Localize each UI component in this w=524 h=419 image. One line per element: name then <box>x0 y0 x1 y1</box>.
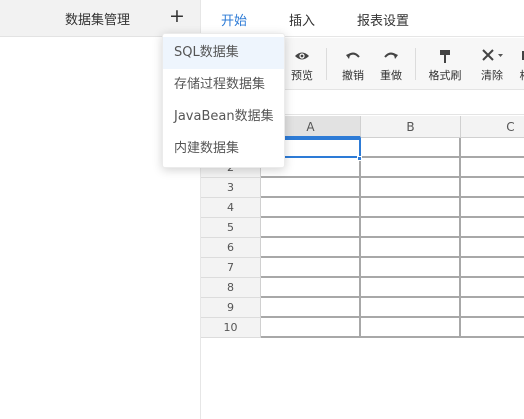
more-label: 相 <box>518 67 524 83</box>
grid-cell[interactable] <box>361 238 461 258</box>
row-header-8[interactable]: 8 <box>201 278 261 298</box>
grid-cell[interactable] <box>261 218 361 238</box>
grid-cell[interactable] <box>461 198 524 218</box>
add-dataset-dropdown: SQL数据集 存储过程数据集 JavaBean数据集 内建数据集 <box>162 33 285 168</box>
undo-label: 撤销 <box>342 69 364 82</box>
toolbar-divider <box>415 48 416 80</box>
row-header-4[interactable]: 4 <box>201 198 261 218</box>
grid-cell[interactable] <box>361 278 461 298</box>
undo-icon <box>346 52 360 59</box>
clear-icon <box>482 49 503 61</box>
row-header-10[interactable]: 10 <box>201 318 261 338</box>
menu-item-sql-dataset[interactable]: SQL数据集 <box>163 37 284 69</box>
format-painter-button[interactable]: 格式刷 <box>425 47 465 85</box>
column-header-c[interactable]: C <box>461 116 524 138</box>
menu-tabbar: 开始 插入 报表设置 <box>201 0 524 37</box>
clear-button[interactable]: 清除 <box>477 47 507 85</box>
grid-cell[interactable] <box>261 258 361 278</box>
preview-button[interactable]: 预览 <box>287 47 317 85</box>
grid-cell[interactable] <box>261 298 361 318</box>
clear-label: 清除 <box>481 69 503 82</box>
grid-cell[interactable] <box>361 218 461 238</box>
tab-report-settings[interactable]: 报表设置 <box>357 10 409 29</box>
row-header-5[interactable]: 5 <box>201 218 261 238</box>
grid-cell[interactable] <box>261 178 361 198</box>
row-header-7[interactable]: 7 <box>201 258 261 278</box>
grid-cell[interactable] <box>361 318 461 338</box>
grid-cell[interactable] <box>361 178 461 198</box>
grid-cell[interactable] <box>361 138 461 158</box>
toolbar-divider <box>326 48 327 80</box>
dataset-panel-title: 数据集管理 <box>65 13 131 28</box>
menu-item-javabean-dataset[interactable]: JavaBean数据集 <box>163 101 284 133</box>
grid-cell[interactable] <box>361 298 461 318</box>
row-header-6[interactable]: 6 <box>201 238 261 258</box>
format-painter-icon <box>440 50 450 63</box>
redo-icon <box>384 52 398 59</box>
fill-handle[interactable] <box>357 156 362 161</box>
undo-button[interactable]: 撤销 <box>338 47 368 85</box>
grid-cell[interactable] <box>261 238 361 258</box>
grid-cell[interactable] <box>461 258 524 278</box>
grid-cell[interactable] <box>361 198 461 218</box>
grid-cell[interactable] <box>461 158 524 178</box>
redo-button[interactable]: 重做 <box>376 47 406 85</box>
row-header-9[interactable]: 9 <box>201 298 261 318</box>
grid-cell[interactable] <box>261 278 361 298</box>
grid-cell[interactable] <box>261 198 361 218</box>
row-header-3[interactable]: 3 <box>201 178 261 198</box>
redo-label: 重做 <box>380 69 402 82</box>
grid-cell[interactable] <box>361 258 461 278</box>
menu-item-stored-procedure-dataset[interactable]: 存储过程数据集 <box>163 69 284 101</box>
grid-cell[interactable] <box>461 178 524 198</box>
eye-icon <box>295 52 309 60</box>
more-icon <box>522 51 524 60</box>
grid-cell[interactable] <box>461 138 524 158</box>
preview-label: 预览 <box>291 69 313 82</box>
add-dataset-button[interactable]: + <box>166 5 188 29</box>
grid-cell[interactable] <box>461 318 524 338</box>
dataset-panel-header: 数据集管理 + <box>0 0 200 37</box>
more-button[interactable]: 相 <box>518 47 524 85</box>
grid-cell[interactable] <box>261 318 361 338</box>
grid-cell[interactable] <box>461 238 524 258</box>
column-header-b[interactable]: B <box>361 116 461 138</box>
tab-insert[interactable]: 插入 <box>289 10 315 29</box>
grid-cell[interactable] <box>461 218 524 238</box>
grid-cell[interactable] <box>361 158 461 178</box>
tab-start[interactable]: 开始 <box>221 10 247 29</box>
format-painter-label: 格式刷 <box>428 69 462 82</box>
menu-item-builtin-dataset[interactable]: 内建数据集 <box>163 133 284 165</box>
grid-cell[interactable] <box>461 298 524 318</box>
grid-cell[interactable] <box>461 278 524 298</box>
